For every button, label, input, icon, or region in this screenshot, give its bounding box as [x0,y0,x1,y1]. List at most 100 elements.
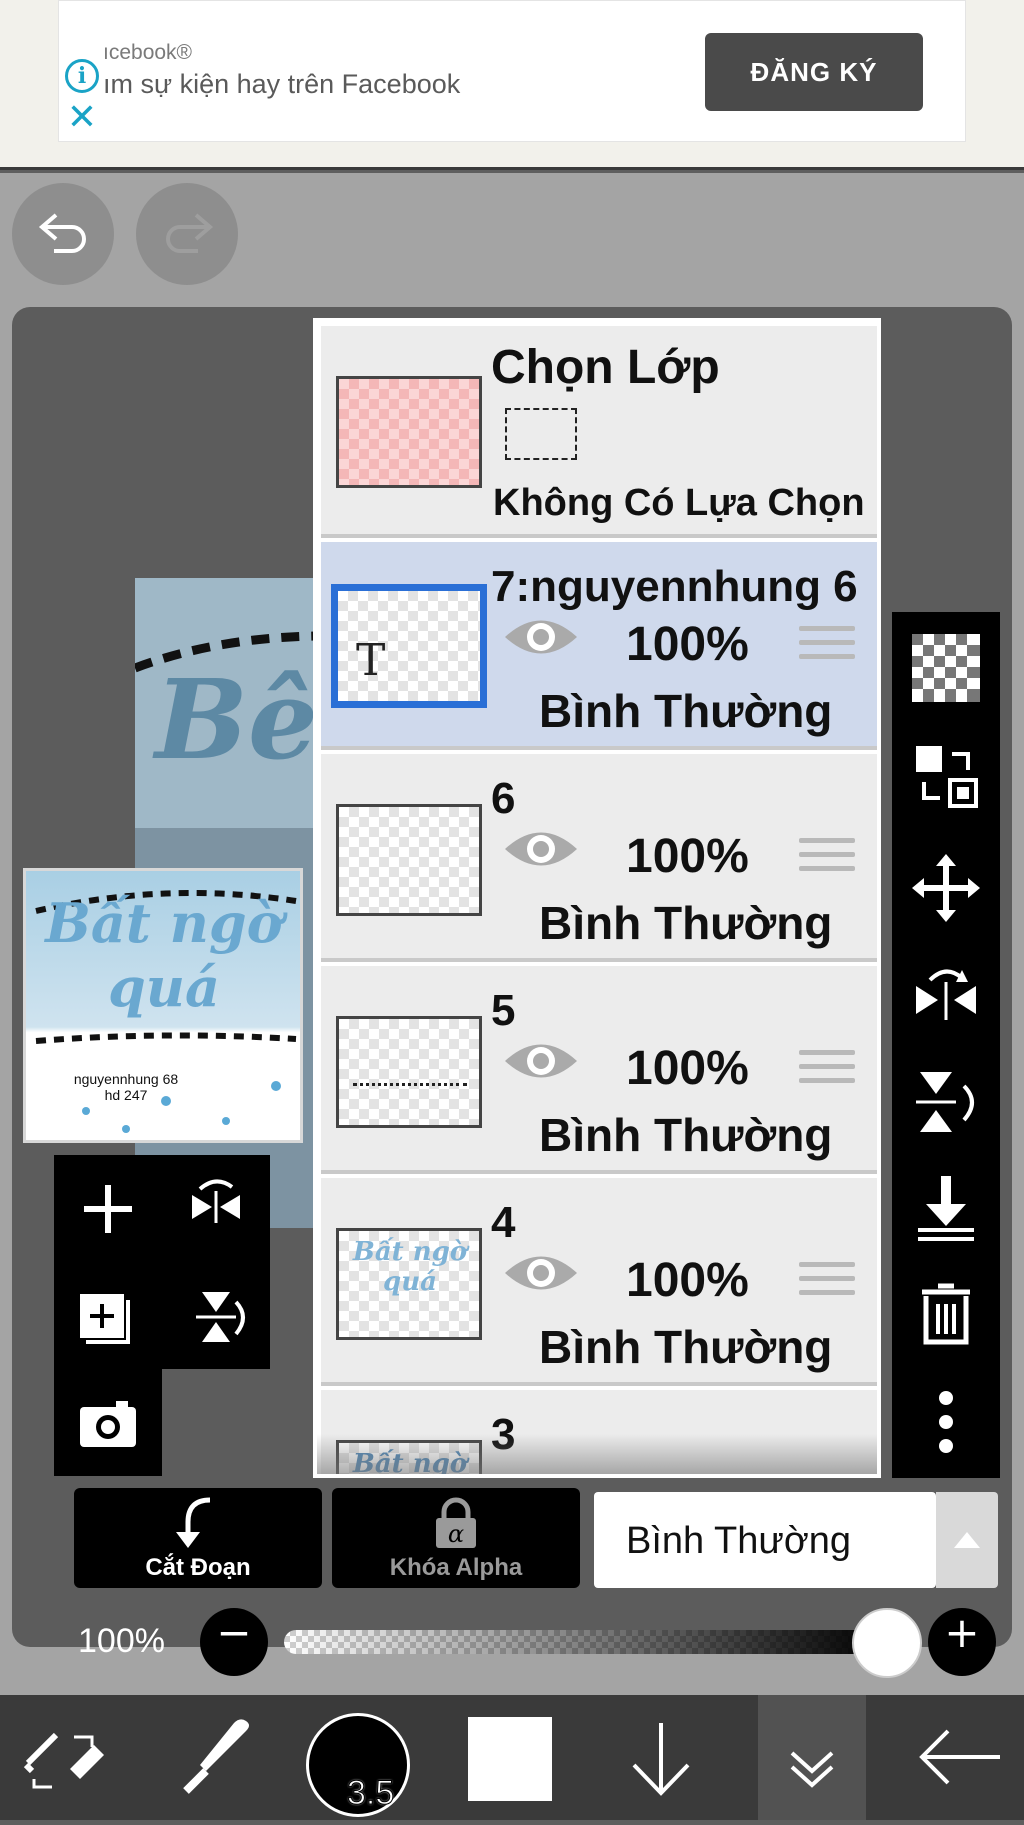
opacity-slider-handle[interactable] [852,1608,922,1678]
left-toolbox [54,1155,270,1477]
blend-mode-value: Bình Thường [626,1520,852,1562]
text-layer-icon: T [356,635,386,686]
ad-banner: ıcebook® ım sự kiện hay trên Facebook i … [0,0,1024,170]
camera-icon [80,1401,136,1447]
trash-icon [922,1283,970,1345]
plus-icon [84,1185,132,1233]
flip-vertical-button[interactable] [912,1068,980,1136]
back-button[interactable] [904,1695,1014,1820]
layer-blend-mode: Bình Thường [539,1321,833,1373]
brush-eraser-swap-icon [23,1732,104,1789]
visibility-eye-icon[interactable] [501,1248,581,1298]
drag-handle-icon[interactable] [799,838,855,880]
brush-size-button[interactable]: 3.5 [306,1713,410,1817]
drag-handle-icon[interactable] [799,626,855,668]
clip-button[interactable]: Cắt Đoạn [74,1488,322,1588]
layer-row-6[interactable]: 6 100% Bình Thường [321,754,877,962]
layer-row-4[interactable]: Bất ngờ quá 4 100% Bình Thường [321,1178,877,1386]
info-icon[interactable]: i [65,59,99,93]
selection-layer-row[interactable]: Chọn Lớp Không Có Lựa Chọn [321,326,877,538]
scroll-fade [317,1434,877,1474]
selection-marquee-icon [505,408,577,460]
move-down-button[interactable] [606,1695,716,1820]
arrow-left-icon [919,1729,1000,1785]
redo-button[interactable] [136,183,238,285]
merge-down-icon [918,1176,974,1241]
canvas-preview[interactable]: Bất ngờ quá nguyennhung 68 hd 247 [23,868,303,1143]
layer-thumbnail [336,1016,482,1128]
alpha-lock-button[interactable]: α Khóa Alpha [332,1488,580,1588]
flip-horizontal-icon [916,969,976,1020]
preview-caption: nguyennhung 68 hd 247 [26,1071,226,1103]
layer-opacity: 100% [626,830,749,883]
ad-signup-button[interactable]: ĐĂNG KÝ [705,33,923,111]
opacity-slider[interactable] [284,1630,884,1654]
selection-status: Không Có Lựa Chọn [493,482,865,524]
lock-icon: α [436,1497,476,1548]
merge-down-button[interactable] [912,1174,980,1242]
preview-caption-line2: hd 247 [104,1087,148,1103]
alpha-lock-label: Khóa Alpha [389,1554,523,1581]
bottom-toolbar: 3.5 [0,1695,1024,1820]
layer-name: 6 [491,774,516,823]
brush-icon [183,1719,249,1794]
opacity-increase-button[interactable]: + [928,1608,996,1676]
brush-tool-button[interactable] [160,1695,270,1820]
blend-mode-select[interactable]: Bình Thường [594,1492,936,1588]
plus-icon: + [944,1608,980,1657]
copy-add-icon [80,1294,130,1344]
add-layer-button[interactable] [54,1155,162,1262]
opacity-decrease-button[interactable]: − [200,1608,268,1676]
clip-arrow-icon [176,1497,211,1548]
flip-vertical-layer-button[interactable] [162,1262,270,1369]
flip-vertical-icon [916,1072,974,1132]
tool-switch-button[interactable] [10,1695,120,1820]
ad-card[interactable]: ıcebook® ım sự kiện hay trên Facebook i … [58,0,966,142]
layer-thumbnail: Bất ngờ quá [336,1228,482,1340]
visibility-eye-icon[interactable] [501,824,581,874]
drag-handle-icon[interactable] [799,1050,855,1092]
svg-text:Bê: Bê [152,655,315,784]
brush-size-value: 3.5 [346,1774,395,1813]
layer-menu-button[interactable] [758,1695,866,1820]
delete-layer-button[interactable] [912,1280,980,1348]
move-layer-button[interactable] [912,854,980,922]
layer-blend-mode: Bình Thường [539,1109,833,1161]
flip-horizontal-button[interactable] [912,960,980,1028]
close-icon[interactable]: ✕ [65,100,99,136]
layer-opacity: 100% [626,1254,749,1307]
redo-icon [166,213,214,253]
swap-layer-button[interactable] [912,742,980,810]
layer-row-7[interactable]: T 7:nguyennhung 6 100% Bình Thường [321,542,877,750]
more-options-button[interactable] [912,1388,980,1456]
ad-text[interactable]: ım sự kiện hay trên Facebook [103,69,460,100]
ad-brand: ıcebook® [103,41,193,64]
layer-name: 7:nguyennhung 6 [491,562,858,611]
drag-handle-icon[interactable] [799,1262,855,1304]
more-vertical-icon [939,1391,953,1453]
layer-thumbnail [336,804,482,916]
preview-title: Bất ngờ quá [45,891,283,1019]
swap-icon [916,746,978,808]
layer-row-5[interactable]: 5 100% Bình Thường [321,966,877,1174]
visibility-eye-icon[interactable] [501,612,581,662]
undo-icon [38,213,86,253]
clip-label: Cắt Đoạn [145,1554,251,1581]
selection-thumbnail [336,376,482,488]
minus-icon: − [216,1608,252,1657]
selection-title: Chọn Lớp [491,341,720,394]
right-toolbar [892,612,1000,1478]
arrow-down-icon [632,1723,690,1796]
undo-button[interactable] [12,183,114,285]
blend-mode-dropdown-button[interactable] [936,1492,998,1588]
triangle-up-icon [954,1532,980,1548]
camera-import-button[interactable] [54,1369,162,1476]
flip-horizontal-layer-button[interactable] [162,1155,270,1262]
color-swatch[interactable] [468,1717,552,1801]
layer-blend-mode: Bình Thường [539,897,833,949]
flip-vertical-icon [196,1292,245,1342]
layer-name: 5 [491,986,516,1035]
visibility-eye-icon[interactable] [501,1036,581,1086]
transparent-layer-button[interactable] [912,634,980,702]
duplicate-layer-button[interactable] [54,1262,162,1369]
